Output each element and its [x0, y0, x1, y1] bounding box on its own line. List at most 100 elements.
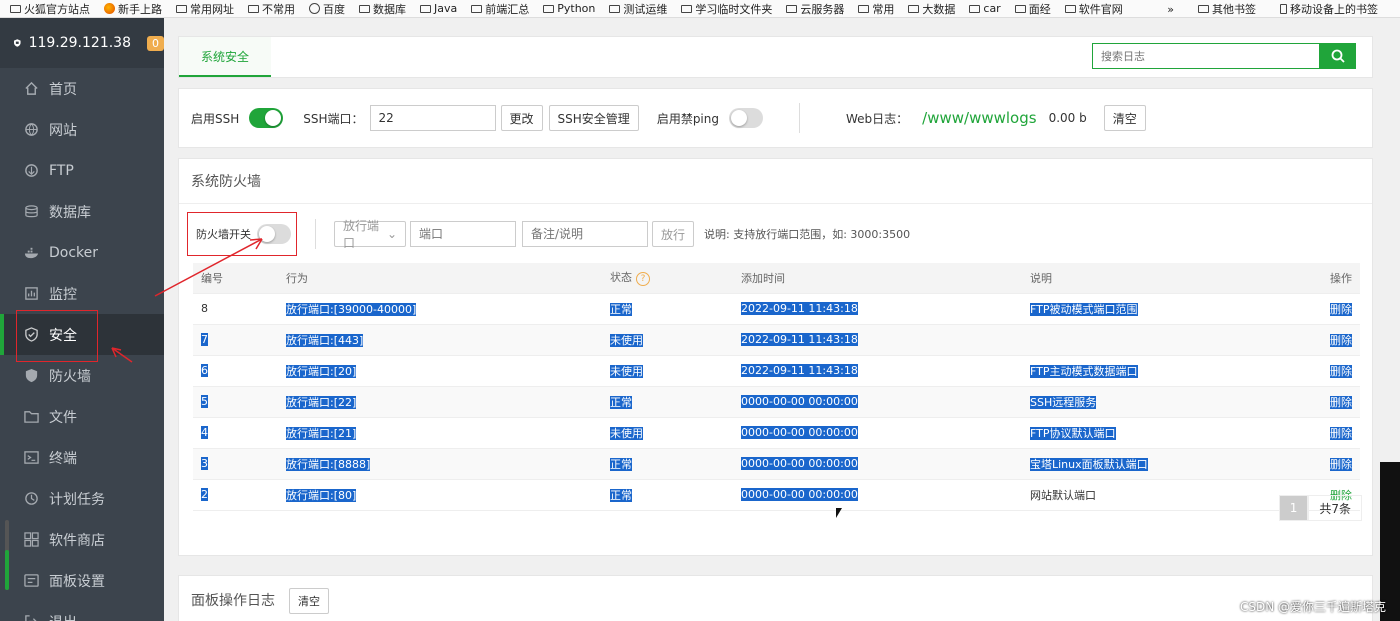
sidebar-item-ftp[interactable]: FTP [0, 150, 164, 191]
bookmark-15[interactable]: 面经 [1014, 1, 1051, 17]
folder-icon [969, 4, 981, 13]
sidebar-item-store[interactable]: 软件商店 [0, 519, 164, 560]
weblog-path[interactable]: /www/wwwlogs [922, 109, 1036, 127]
ssh-manage-button[interactable]: SSH安全管理 [548, 105, 639, 131]
sidebar-item-cron[interactable]: 计划任务 [0, 478, 164, 519]
row-status: 正常 [602, 448, 733, 480]
sidebar-item-terminal[interactable]: 终端 [0, 437, 164, 478]
bookmark-7[interactable]: 前端汇总 [471, 1, 529, 17]
panel-log-section: 面板操作日志 清空 [178, 575, 1373, 621]
bookmark-4[interactable]: 百度 [309, 1, 345, 17]
row-id: 5 [193, 386, 278, 418]
folder-icon [1014, 4, 1026, 13]
firewall-rules-table: 编号 行为 状态? 添加时间 说明 操作 8 放行端口:[39000-40000… [193, 263, 1360, 511]
allow-button[interactable]: 放行 [652, 221, 695, 247]
note-input[interactable] [522, 221, 648, 247]
sidebar-item-files[interactable]: 文件 [0, 396, 164, 437]
folder-icon [1064, 4, 1076, 13]
delete-link[interactable]: 删除 [1330, 457, 1352, 471]
folder-icon [786, 4, 798, 13]
row-id: 3 [193, 448, 278, 480]
row-status: 正常 [602, 479, 733, 511]
row-note: 宝塔Linux面板默认端口 [1022, 448, 1302, 480]
sidebar-item-home[interactable]: 首页 [0, 68, 164, 109]
bookmark-3[interactable]: 不常用 [248, 1, 295, 17]
bookmark-2[interactable]: 常用网址 [176, 1, 234, 17]
col-operation: 操作 [1302, 263, 1360, 294]
divider [799, 103, 800, 133]
delete-link[interactable]: 删除 [1330, 333, 1352, 347]
bookmark-10[interactable]: 学习临时文件夹 [681, 1, 772, 17]
folder-icon [24, 411, 39, 423]
help-icon[interactable]: ? [636, 272, 650, 287]
delete-link[interactable]: 删除 [1330, 426, 1352, 440]
bookmark-16[interactable]: 软件官网 [1064, 1, 1123, 17]
tab-bar: 系统安全 [178, 36, 1373, 78]
pagination: 1 共7条 [1278, 495, 1362, 521]
bookmark-mobile[interactable]: 移动设备上的书签 [1280, 1, 1378, 17]
row-time: 2022-09-11 11:43:18 [733, 324, 1022, 356]
change-port-button[interactable]: 更改 [500, 105, 543, 131]
delete-link[interactable]: 删除 [1330, 364, 1352, 378]
folder-icon [681, 4, 693, 13]
search-button[interactable] [1320, 43, 1356, 69]
row-note [1022, 324, 1302, 356]
bookmark-11[interactable]: 云服务器 [786, 1, 844, 17]
notification-badge[interactable]: 0 [147, 35, 164, 51]
action-select[interactable]: 放行端口 ⌄ [334, 219, 406, 250]
clear-panel-log-button[interactable]: 清空 [289, 588, 329, 614]
delete-link[interactable]: 删除 [1330, 302, 1352, 316]
row-status: 正常 [602, 386, 733, 418]
firewall-switch-toggle[interactable] [257, 224, 291, 244]
sidebar-item-logout[interactable]: 退出 [0, 601, 164, 621]
firewall-panel: 系统防火墙 防火墙开关 放行端口⌄ 放行 说明: 支持放行端口范围，如: 300… [178, 158, 1373, 556]
row-id: 4 [193, 417, 278, 449]
folder-icon [359, 4, 370, 13]
bookmark-13[interactable]: 大数据 [908, 1, 955, 17]
bookmarks-more[interactable]: » [1167, 3, 1174, 16]
settings-icon [24, 574, 39, 587]
bookmark-1[interactable]: 新手上路 [104, 1, 162, 17]
bookmark-12[interactable]: 常用 [858, 1, 894, 17]
bookmark-6[interactable]: Java [420, 2, 457, 15]
firewall-switch-box: 防火墙开关 [187, 212, 297, 256]
folder-icon [609, 4, 621, 13]
folder-icon [908, 4, 920, 13]
ssh-port-label: SSH端口： [303, 111, 364, 126]
bookmark-0[interactable]: 火狐官方站点 [10, 1, 90, 17]
tab-system-security[interactable]: 系统安全 [179, 37, 272, 77]
row-op: 删除 [1302, 448, 1360, 480]
sidebar-item-website[interactable]: 网站 [0, 109, 164, 150]
sidebar-item-docker[interactable]: Docker [0, 232, 164, 273]
log-search-input[interactable] [1092, 43, 1320, 69]
table-row: 4 放行端口:[21] 未使用 0000-00-00 00:00:00 FTP协… [193, 417, 1360, 449]
row-op: 删除 [1302, 324, 1360, 356]
sidebar-scrollbar[interactable] [5, 520, 9, 590]
sidebar-item-database[interactable]: 数据库 [0, 191, 164, 232]
sidebar-item-monitor[interactable]: 监控 [0, 273, 164, 314]
ssh-toggle[interactable] [249, 108, 284, 128]
bookmark-8[interactable]: Python [543, 2, 595, 15]
bookmark-other[interactable]: 其他书签 [1198, 1, 1256, 17]
row-status: 未使用 [602, 417, 733, 449]
col-time: 添加时间 [733, 263, 1022, 294]
port-input[interactable] [410, 221, 516, 247]
ping-toggle[interactable] [729, 108, 763, 128]
clear-weblog-button[interactable]: 清空 [1103, 105, 1146, 131]
server-ip: 119.29.121.38 [28, 35, 131, 51]
ftp-icon [25, 164, 38, 177]
sidebar-item-settings[interactable]: 面板设置 [0, 560, 164, 601]
table-row: 6 放行端口:[20] 未使用 2022-09-11 11:43:18 FTP主… [193, 355, 1360, 387]
bookmark-14[interactable]: car [969, 2, 1001, 15]
bookmark-9[interactable]: 测试运维 [609, 1, 667, 17]
weblog-size: 0.00 b [1048, 111, 1087, 125]
globe-icon [25, 123, 38, 136]
folder-icon [176, 4, 187, 13]
firewall-switch-label: 防火墙开关 [196, 228, 251, 241]
ssh-port-input[interactable] [369, 105, 496, 131]
table-row: 5 放行端口:[22] 正常 0000-00-00 00:00:00 SSH远程… [193, 386, 1360, 418]
page-current[interactable]: 1 [1278, 495, 1309, 521]
bookmark-5[interactable]: 数据库 [359, 1, 406, 17]
logout-icon [25, 615, 37, 621]
delete-link[interactable]: 删除 [1330, 395, 1352, 409]
